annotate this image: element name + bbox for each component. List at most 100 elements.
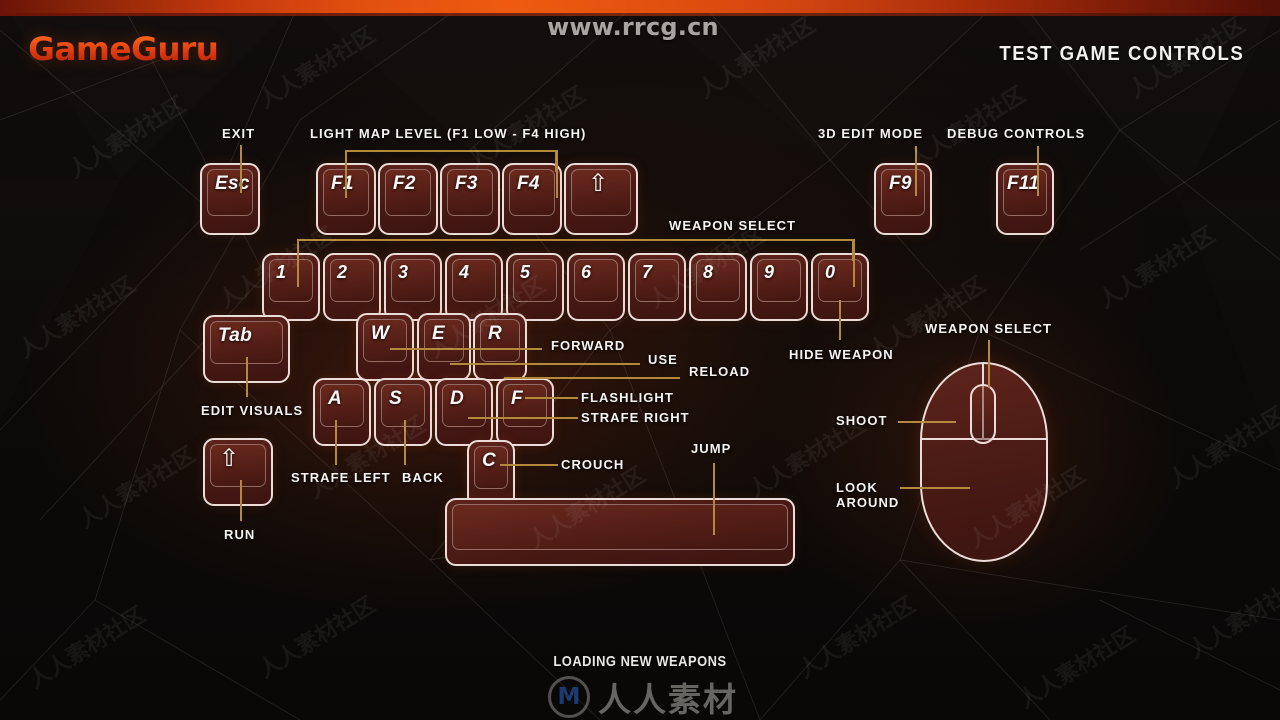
key-s[interactable]: S [374, 378, 432, 446]
key-label: F9 [889, 173, 912, 194]
key-w[interactable]: W [356, 313, 414, 381]
callout-flashlight: FLASHLIGHT [581, 390, 674, 405]
callout-jump: JUMP [691, 441, 732, 456]
bracket-weapon-select [297, 239, 854, 261]
key-label: 5 [520, 262, 531, 282]
key-f11[interactable]: F11 [996, 163, 1054, 235]
leader-f4 [556, 150, 558, 198]
status-text: LOADING NEW WEAPONS [553, 653, 727, 670]
callout-strafe-left: STRAFE LEFT [291, 470, 391, 485]
leader-key-1 [297, 239, 299, 287]
key-label: R [488, 323, 503, 344]
key-label: F4 [517, 173, 540, 194]
leader-crouch [500, 464, 558, 466]
callout-back: BACK [402, 470, 444, 485]
callout-look-around: LOOK AROUND [836, 480, 900, 510]
callout-shoot: SHOOT [836, 413, 888, 428]
watermark-logo-text: 人人素材 [598, 680, 738, 719]
leader-reload [504, 377, 680, 379]
key-label: 3 [398, 262, 409, 282]
key-label: A [328, 388, 343, 409]
key-label: C [482, 450, 497, 471]
callout-weapon-select-keyboard: WEAPON SELECT [669, 218, 797, 233]
key-label: D [450, 388, 465, 409]
key-a[interactable]: A [313, 378, 371, 446]
key-shift-upper[interactable]: ⇧ [564, 163, 638, 235]
leader-jump [713, 463, 715, 535]
leader-strafe-right [468, 417, 578, 419]
leader-use [450, 363, 640, 365]
key-label: 6 [581, 262, 592, 282]
leader-run [240, 480, 242, 521]
callout-debug-controls: DEBUG CONTROLS [947, 126, 1086, 141]
leader-flashlight [525, 397, 578, 399]
watermark-tile: 人人素材社区 [1184, 572, 1280, 664]
watermark-logo-mark: M [548, 676, 590, 718]
key-f9[interactable]: F9 [874, 163, 932, 235]
shift-arrow-icon: ⇧ [588, 170, 609, 197]
key-label: W [371, 323, 390, 344]
polygon-background [0, 0, 1280, 720]
key-space[interactable] [445, 498, 795, 566]
key-shift-left[interactable]: ⇧ [203, 438, 273, 506]
leader-forward [390, 348, 542, 350]
key-label: F11 [1007, 173, 1040, 194]
leader-mouse-wheel [988, 340, 990, 388]
key-f4[interactable]: F4 [502, 163, 562, 235]
key-label: 8 [703, 262, 714, 282]
key-label: Esc [215, 173, 250, 194]
key-9[interactable]: 9 [750, 253, 808, 321]
leader-hide-weapon [839, 300, 841, 340]
key-label: F2 [393, 173, 416, 194]
leader-f9 [915, 146, 917, 196]
callout-edit-visuals: EDIT VISUALS [201, 403, 304, 418]
leader-edit-visuals [246, 357, 248, 397]
top-accent-bar [0, 0, 1280, 16]
leader-f11 [1037, 146, 1039, 196]
key-d[interactable]: D [435, 378, 493, 446]
callout-weapon-select-mouse: WEAPON SELECT [925, 321, 1053, 336]
key-label: 1 [276, 262, 287, 282]
key-1[interactable]: 1 [262, 253, 320, 321]
key-label: Tab [218, 325, 252, 346]
key-f[interactable]: F [496, 378, 554, 446]
callout-strafe-right: STRAFE RIGHT [581, 410, 690, 425]
leader-shoot [898, 421, 956, 423]
leader-strafe-left [335, 420, 337, 465]
key-4[interactable]: 4 [445, 253, 503, 321]
key-2[interactable]: 2 [323, 253, 381, 321]
watermark-tile: 人人素材社区 [64, 92, 190, 184]
key-label: 7 [642, 262, 653, 282]
key-f2[interactable]: F2 [378, 163, 438, 235]
key-label: 9 [764, 262, 775, 282]
key-8[interactable]: 8 [689, 253, 747, 321]
page-title: TEST GAME CONTROLS [999, 43, 1244, 65]
callout-light-map-level: LIGHT MAP LEVEL (F1 LOW - F4 HIGH) [310, 126, 587, 141]
key-6[interactable]: 6 [567, 253, 625, 321]
key-label: 4 [459, 262, 470, 282]
key-r[interactable]: R [473, 313, 527, 381]
key-esc[interactable]: Esc [200, 163, 260, 235]
gameguru-logo: GameGuru [28, 30, 219, 68]
key-label: 0 [825, 262, 836, 282]
watermark-tile: 人人素材社区 [1094, 222, 1220, 314]
watermark-url: www.rrcg.cn [547, 13, 719, 41]
mouse-diagram[interactable] [920, 362, 1048, 562]
watermark-tile: 人人素材社区 [24, 602, 150, 694]
key-e[interactable]: E [417, 313, 471, 381]
shift-arrow-icon: ⇧ [219, 445, 240, 472]
callout-exit: EXIT [222, 126, 256, 141]
watermark-tile: 人人素材社区 [14, 272, 140, 364]
mouse-scroll-wheel[interactable] [970, 384, 996, 444]
key-3[interactable]: 3 [384, 253, 442, 321]
key-face [452, 504, 788, 550]
key-f3[interactable]: F3 [440, 163, 500, 235]
key-5[interactable]: 5 [506, 253, 564, 321]
leader-look-around [900, 487, 970, 489]
callout-hide-weapon: HIDE WEAPON [789, 347, 894, 362]
watermark-tile: 人人素材社区 [254, 22, 380, 114]
key-7[interactable]: 7 [628, 253, 686, 321]
key-label: F3 [455, 173, 478, 194]
key-label: 2 [337, 262, 348, 282]
key-label: E [432, 323, 445, 344]
